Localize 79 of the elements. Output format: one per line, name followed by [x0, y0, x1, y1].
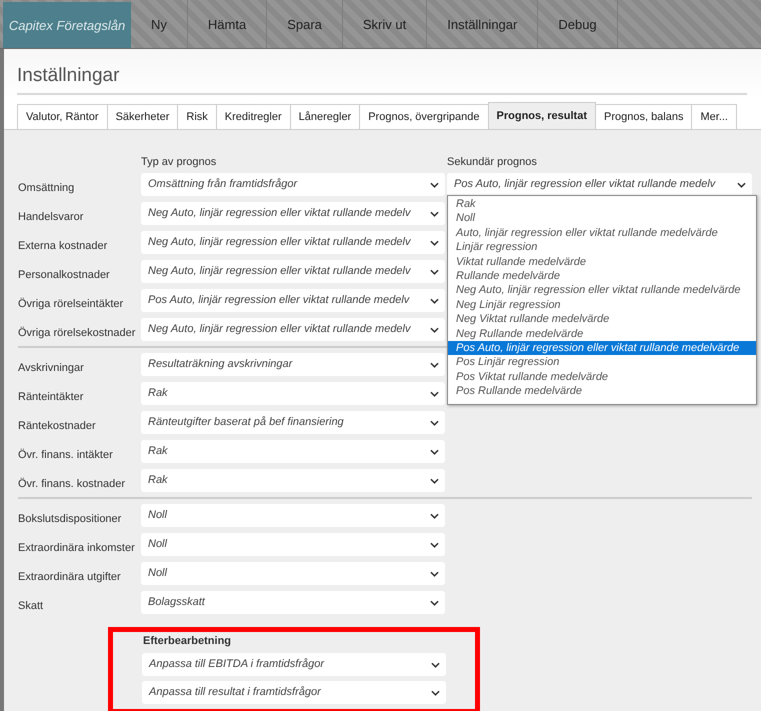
chevron-down-icon	[430, 571, 439, 577]
dropdown-option[interactable]: Neg Auto, linjär regression eller viktat rullande medelvärde	[448, 283, 756, 298]
select-field[interactable]: Bolagsskatt	[141, 591, 445, 614]
select-field[interactable]: Ränteutgifter baserat på bef finansiering	[141, 411, 445, 434]
menu-item[interactable]: Skriv ut	[342, 0, 428, 48]
chevron-down-icon	[431, 690, 440, 696]
dropdown-option[interactable]: Rullande medelvärde	[448, 268, 756, 284]
field-label: Ränteintäkter	[18, 390, 84, 403]
column-header: Sekundär prognos	[447, 156, 537, 168]
field-label: Bokslutsdispositioner	[18, 512, 122, 525]
page-title: Inställningar	[17, 65, 120, 87]
chevron-down-icon	[430, 513, 439, 519]
chevron-down-icon	[431, 662, 440, 668]
dropdown-option[interactable]: Neg Linjär regression	[448, 298, 756, 312]
tab[interactable]: Prognos, resultat	[488, 102, 596, 129]
select-field[interactable]: Omsättning från framtidsfrågor	[141, 173, 445, 196]
select-field[interactable]: Rak	[141, 440, 445, 463]
field-label: Extraordinära utgifter	[18, 570, 122, 583]
chevron-down-icon	[430, 600, 439, 606]
select-field[interactable]: Rak	[141, 382, 445, 405]
tab[interactable]: Mer...	[691, 104, 737, 129]
field-label: Externa kostnader	[18, 239, 108, 252]
select-field[interactable]: Noll	[141, 533, 445, 556]
chevron-down-icon	[430, 240, 439, 246]
app-logo[interactable]: Capitex Företagslån	[3, 2, 131, 48]
select-field[interactable]: Rak	[141, 469, 445, 492]
chevron-down-icon	[430, 478, 439, 484]
section-heading: Efterbearbetning	[143, 635, 232, 647]
chevron-down-icon	[430, 327, 439, 333]
menu-item[interactable]: Inställningar	[427, 0, 538, 48]
dropdown-option[interactable]: Neg Viktat rullande medelvärde	[448, 312, 756, 327]
field-label: Skatt	[18, 599, 44, 612]
select-field[interactable]: Pos Auto, linjär regression eller viktat rullande medelv	[141, 289, 445, 312]
field-label: Avskrivningar	[18, 361, 85, 374]
column-header: Typ av prognos	[141, 156, 216, 168]
field-label: Handelsvaror	[18, 210, 84, 223]
select-field[interactable]: Neg Auto, linjär regression eller viktat rullande medelv	[141, 318, 445, 341]
chevron-down-icon	[430, 449, 439, 455]
select-field[interactable]: Anpassa till EBITDA i framtidsfrågor	[142, 653, 446, 676]
dropdown-option[interactable]: Noll	[448, 211, 756, 226]
chevron-down-icon	[430, 269, 439, 275]
field-label: Räntekostnader	[18, 419, 97, 432]
chevron-down-icon	[430, 542, 439, 548]
dropdown-option[interactable]: Linjär regression	[448, 240, 756, 255]
field-label: Övriga rörelseintäkter	[18, 296, 124, 310]
tab[interactable]: Valutor, Räntor	[17, 104, 108, 129]
chevron-down-icon	[430, 298, 439, 304]
dropdown-option[interactable]: Viktat rullande medelvärde	[448, 254, 756, 269]
select-field[interactable]: Neg Auto, linjär regression eller viktat rullande medelv	[141, 202, 445, 225]
dropdown-option[interactable]: Pos Rullande medelvärde	[448, 384, 756, 398]
chevron-down-icon	[430, 211, 439, 217]
chevron-down-icon	[430, 182, 439, 188]
select-field[interactable]: Noll	[141, 562, 445, 585]
field-label: Personalkostnader	[18, 268, 111, 281]
dropdown-option[interactable]: Auto, linjär regression eller viktat rullande medelvärde	[448, 226, 756, 240]
dropdown-option[interactable]: Neg Rullande medelvärde	[448, 326, 756, 341]
menu-item[interactable]: Spara	[267, 0, 343, 48]
select-field[interactable]: Neg Auto, linjär regression eller viktat rullande medelv	[141, 231, 445, 254]
field-label: Övr. finans. kostnader	[18, 476, 126, 490]
select-field[interactable]: Neg Auto, linjär regression eller viktat rullande medelv	[141, 260, 445, 283]
select-field[interactable]: Pos Auto, linjär regression eller viktat rullande medelv	[447, 173, 752, 196]
field-label: Övriga rörelsekostnader	[18, 326, 136, 339]
chevron-down-icon	[430, 391, 439, 397]
dropdown-option[interactable]: Pos Viktat rullande medelvärde	[448, 370, 756, 384]
chevron-down-icon	[737, 182, 746, 188]
dropdown-option[interactable]: Rak	[448, 197, 756, 212]
menu-item[interactable]: Hämta	[188, 0, 268, 48]
menu-item[interactable]: Ny	[131, 0, 188, 48]
chevron-down-icon	[430, 362, 439, 368]
select-field[interactable]: Resultaträkning avskrivningar	[141, 353, 445, 376]
field-label: Extraordinära inkomster	[18, 541, 136, 554]
select-field[interactable]: Anpassa till resultat i framtidsfrågor	[142, 681, 446, 704]
menu-item[interactable]: Debug	[538, 0, 618, 48]
field-label: Omsättning	[18, 181, 76, 194]
field-label: Övr. finans. intäkter	[18, 448, 114, 461]
dropdown-option[interactable]: Pos Linjär regression	[448, 355, 756, 370]
dropdown-option[interactable]: Pos Auto, linjär regression eller viktat rullande medelvärde	[448, 340, 756, 356]
select-field[interactable]: Noll	[141, 504, 445, 527]
chevron-down-icon	[430, 420, 439, 426]
